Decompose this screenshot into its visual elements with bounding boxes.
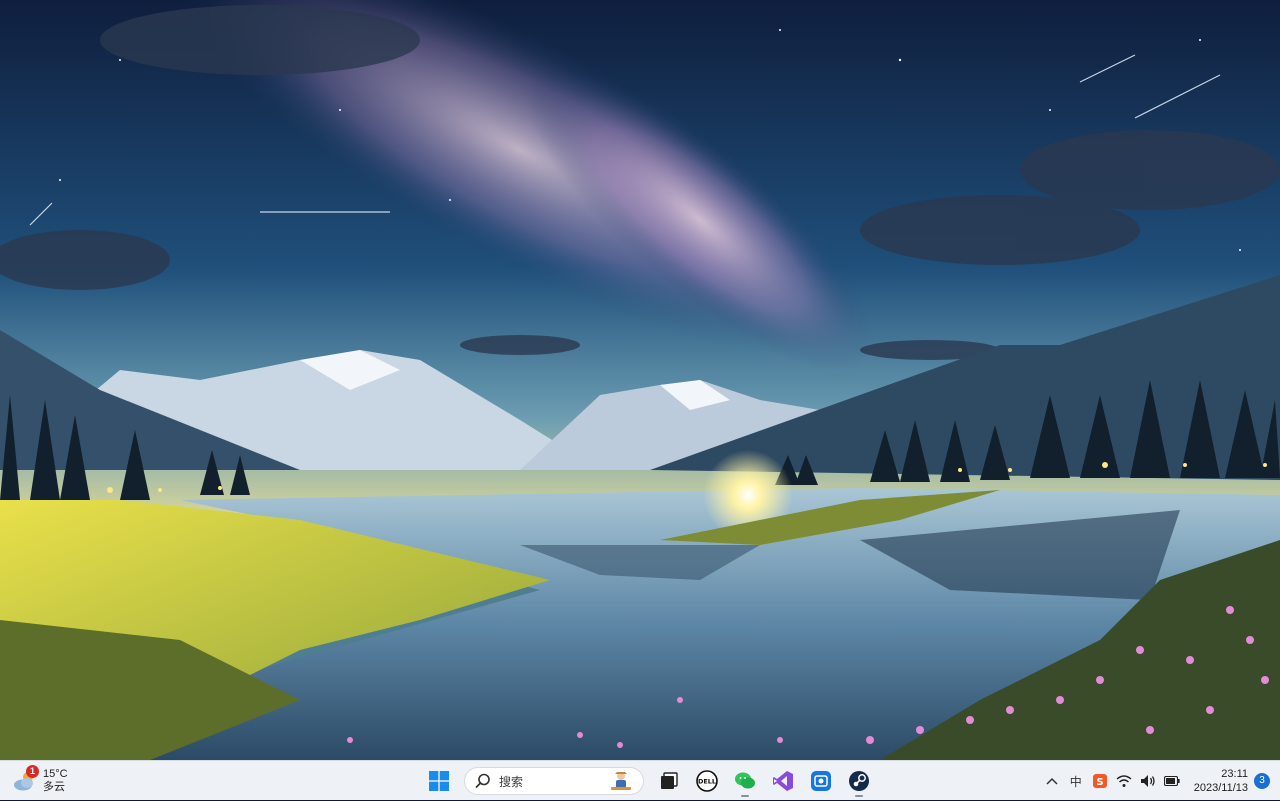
- sogou-icon: S: [1092, 774, 1107, 788]
- start-button[interactable]: [423, 765, 455, 797]
- windows-start-icon: [429, 771, 449, 791]
- system-tray: 中 S 23:11 2023/11/13 3: [1040, 761, 1280, 801]
- task-view-icon: [661, 772, 678, 789]
- task-view-button[interactable]: [653, 765, 685, 797]
- steam-icon: [849, 771, 869, 791]
- notification-badge[interactable]: 3: [1254, 773, 1270, 789]
- show-hidden-icons-button[interactable]: [1043, 767, 1061, 795]
- taskbar: 1 15°C 多云 搜索 DELL 中 S 23:11 2023/11/13 3: [0, 760, 1280, 800]
- search-box[interactable]: 搜索: [464, 767, 644, 795]
- battery-button[interactable]: [1163, 767, 1181, 795]
- search-icon: [475, 773, 490, 788]
- search-highlight-icon: [611, 772, 631, 790]
- ime-button[interactable]: 中: [1067, 767, 1085, 795]
- taskbar-center: 搜索 DELL: [420, 765, 878, 797]
- battery-icon: [1163, 776, 1180, 786]
- steam-app-button[interactable]: [843, 765, 875, 797]
- desktop-wallpaper: [0, 0, 1280, 760]
- weather-condition: 多云: [43, 781, 65, 793]
- clock-date: 2023/11/13: [1193, 782, 1248, 794]
- wechat-app-button[interactable]: [729, 765, 761, 797]
- clock[interactable]: 23:11 2023/11/13: [1194, 767, 1248, 795]
- cloud-icon: 1: [12, 765, 39, 792]
- screen-capture-button[interactable]: [805, 765, 837, 797]
- sogou-ime-button[interactable]: S: [1091, 767, 1109, 795]
- svg-text:S: S: [1096, 777, 1103, 788]
- weather-widget[interactable]: 1 15°C 多云: [12, 765, 122, 797]
- visual-studio-button[interactable]: [767, 765, 799, 797]
- running-indicator: [741, 795, 749, 797]
- wechat-icon: [735, 772, 755, 789]
- running-indicator: [855, 795, 863, 797]
- clock-time: 23:11: [1221, 768, 1248, 780]
- visual-studio-icon: [773, 771, 793, 791]
- volume-button[interactable]: [1139, 767, 1157, 795]
- weather-temperature: 15°C: [43, 768, 68, 780]
- volume-icon: [1140, 775, 1155, 787]
- network-button[interactable]: [1115, 767, 1133, 795]
- wifi-icon: [1116, 775, 1132, 787]
- chevron-up-icon: [1046, 777, 1058, 785]
- dell-icon: DELL: [696, 770, 718, 792]
- search-placeholder: 搜索: [499, 774, 524, 789]
- weather-badge: 1: [26, 765, 39, 778]
- svg-text:DELL: DELL: [698, 778, 716, 786]
- dell-app-button[interactable]: DELL: [691, 765, 723, 797]
- screen-capture-icon: [811, 771, 831, 791]
